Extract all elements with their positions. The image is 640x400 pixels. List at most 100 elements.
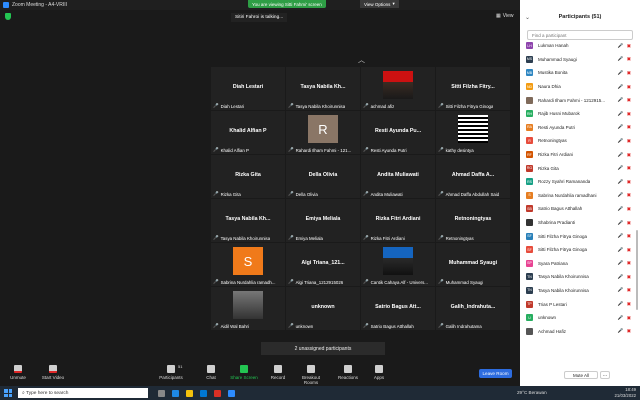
system-clock[interactable]: 18:49 21/03/2022 [614,387,636,398]
video-tile[interactable]: unknown 🎤 unknown [286,287,360,330]
video-tile[interactable]: S 🎤 Sabrina Nurdahlia ramadh... [211,243,285,286]
more-options-button[interactable]: ... [600,371,610,379]
store-icon[interactable] [200,389,207,397]
participant-row[interactable]: MS Muhammad Syaugi 🎤 ▣ [526,53,636,67]
tile-display-name: Diah Lestari [232,84,264,90]
participant-row[interactable]: S Sabrina Nurdahlia ramadhani 🎤 ▣ [526,189,636,203]
microphone-muted-icon: 🎤 [213,103,219,108]
participant-list-scrollbar[interactable] [636,230,638,310]
video-tile[interactable]: Retnoningtyas 🎤 Retnoningtyas [436,199,510,242]
reactions-button[interactable]: Reactions [333,365,363,380]
participant-row[interactable]: ND Naura Dhia 🎤 ▣ [526,80,636,94]
leave-room-button[interactable]: Leave Room [479,369,512,378]
participant-row[interactable]: Shabrina Pradianti 🎤 ▣ [526,216,636,230]
apps-button[interactable]: Apps [364,365,394,380]
mute-all-button[interactable]: Mute All [564,371,598,379]
video-tile[interactable]: 🎤 Cantik Cahaya Alf - Univers... [361,243,435,286]
participant-row[interactable]: SP Syara Patriana 🎤 ▣ [526,257,636,271]
record-button[interactable]: Record [263,365,293,380]
edge-icon[interactable] [172,389,179,397]
tile-name-label: 🎤 Sitti Filzha Fitrya Ginoga [438,103,493,109]
participant-row[interactable]: RH Rajib Husni Mubarok 🎤 ▣ [526,107,636,121]
video-tile[interactable]: Algi Triana_121... 🎤 Algi Triana_121291502… [286,243,360,286]
video-tile[interactable]: Resti Ayunda Pu... 🎤 Resti Ayunda Putri [361,111,435,154]
video-tile[interactable]: 🎤 Aidil Wal Bahri [211,287,285,330]
participant-name: Lukman Hanah [538,43,569,49]
tile-name-label: 🎤 Diah Lestari [213,103,244,109]
video-tile[interactable]: Andita Muliawati 🎤 Andita Muliawati [361,155,435,198]
start-video-button[interactable]: Start Video [38,365,68,380]
share-screen-button[interactable]: Share Screen [229,365,259,380]
video-tile[interactable]: Tasya Nabila Kh... 🎤 Tasya Nabila Khoirunn… [211,199,285,242]
participant-row[interactable]: RA Resti Ayunda Putri 🎤 ▣ [526,121,636,135]
unassigned-participants-bar[interactable]: 2 unassigned participants [261,342,385,355]
video-tile[interactable]: Emiya Meliala 🎤 Emiya Meliala [286,199,360,242]
participant-row[interactable]: SF Sitti Filzha Fitrya Ginoga 🎤 ▣ [526,243,636,257]
task-view-icon[interactable] [158,389,165,397]
zoom-taskbar-icon[interactable] [228,389,235,397]
windows-start-icon[interactable] [4,389,12,397]
page-up-chevron-icon[interactable]: ︿ [358,55,365,65]
tile-display-name: Retnoningtyas [454,216,492,222]
video-tile[interactable]: Satrio Bagus Att... 🎤 Satrio Bagus Atthall… [361,287,435,330]
avatar: S [526,191,533,199]
file-explorer-icon[interactable] [186,389,193,397]
participant-row[interactable]: Uunknown 🎤 ▣ [526,311,636,325]
collapse-panel-icon[interactable]: ⌄ [525,14,530,21]
muted-status-icon: 🎤 ▣ [617,56,632,62]
taskbar-search-input[interactable]: ⌕ Type here to search [18,388,148,398]
tile-footer-name: Diah Lestari [220,103,245,109]
video-tile[interactable]: Khalid Alfian P 🎤 Khalid Alfian P [211,111,285,154]
video-tile[interactable]: R 🎤 Rahardi Ilham Fahmi - 121... [286,111,360,154]
security-shield-icon[interactable] [5,13,11,20]
share-screen-label: Share Screen [230,375,258,380]
tile-name-label: 🎤 Rizka Gita [213,191,241,197]
video-tile[interactable]: Rizka Fitri Ardiani 🎤 Rizka Fitri Ardiani [361,199,435,242]
chrome-icon[interactable] [214,389,221,397]
participant-row[interactable]: MB Mustika Bonita 🎤 ▣ [526,66,636,80]
participant-row[interactable]: TP Trias P Lestari 🎤 ▣ [526,297,636,311]
tile-name-label: 🎤 Ahmad Daffa Abdullah Said [438,191,499,197]
tile-name-label: 🎤 Emiya Meliala [288,235,323,241]
chat-label: Chat [206,375,216,380]
chat-button[interactable]: Chat [196,365,226,380]
tile-footer-name: Rizka Fitri Ardiani [370,235,405,241]
participant-row[interactable]: Rahardi Ilham Fahmi - 1212915... 🎤 ▣ [526,93,636,107]
participant-row[interactable]: TN Tasya Nabila Khoirunnisa 🎤 ▣ [526,284,636,298]
chevron-down-icon: ▾ [392,1,395,6]
participant-row[interactable]: SF Sitti Filzha Fitrya Ginoga 🎤 ▣ [526,229,636,243]
video-tile[interactable]: Galih_Indrahuta... 🎤 Galih Indrahutama [436,287,510,330]
participant-row[interactable]: RF Rizka Fitri Ardiani 🎤 ▣ [526,148,636,162]
video-tile[interactable]: Tasya Nabila Kh... 🎤 Tasya Nabila Khoirunn… [286,67,360,110]
weather-widget[interactable]: 29°C Berawan [517,390,547,395]
participant-row[interactable]: RS Rozzy Syahri Ramananda 🎤 ▣ [526,175,636,189]
video-tile[interactable]: Sitti Filzha Fitry... 🎤 Sitti Filzha Fitry… [436,67,510,110]
video-tile[interactable]: Rizka Gita 🎤 Rizka Gita [211,155,285,198]
video-tile[interactable]: 🎤 achmad afiz [361,67,435,110]
video-tile[interactable]: Della Olivia 🎤 Della Olivia [286,155,360,198]
video-tile[interactable]: Muhammad Syaugi 🎤 Muhammad Syaugi [436,243,510,286]
view-options-button[interactable]: View Options ▾ [360,0,399,8]
participant-row[interactable]: SB Satrio Bagus Atthallah 🎤 ▣ [526,202,636,216]
participant-row[interactable]: R Retnoningtyas 🎤 ▣ [526,134,636,148]
view-button[interactable]: ▦ View [496,13,513,19]
participants-icon [167,365,175,373]
muted-status-icon: 🎤 ▣ [617,192,632,198]
video-tile[interactable]: 🎤 kathy desintya [436,111,510,154]
tile-footer-name: Della Olivia [295,191,318,197]
breakout-rooms-button[interactable]: Breakout Rooms [296,365,326,385]
participant-row[interactable]: Achmad Hafiz 🎤 ▣ [526,324,636,338]
participant-row[interactable]: TN Tasya Nabila Khoirunnisa 🎤 ▣ [526,270,636,284]
participant-row[interactable]: LH Lukman Hanah 🎤 ▣ [526,39,636,53]
tile-name-label: 🎤 Andita Muliawati [363,191,403,197]
apps-label: Apps [373,375,385,380]
video-tile[interactable]: Ahmad Daffa A... 🎤 Ahmad Daffa Abdullah Sa… [436,155,510,198]
muted-status-icon: 🎤 ▣ [617,233,632,239]
tile-name-label: 🎤 Satrio Bagus Atthallah [363,323,414,329]
participant-name: Sabrina Nurdahlia ramadhani [538,192,597,198]
video-tile[interactable]: Diah Lestari 🎤 Diah Lestari [211,67,285,110]
tile-footer-name: achmad afiz [370,103,395,109]
tile-footer-name: Emiya Meliala [295,235,323,241]
unmute-button[interactable]: Unmute [3,365,33,380]
participant-row[interactable]: RG Rizka Gita 🎤 ▣ [526,161,636,175]
